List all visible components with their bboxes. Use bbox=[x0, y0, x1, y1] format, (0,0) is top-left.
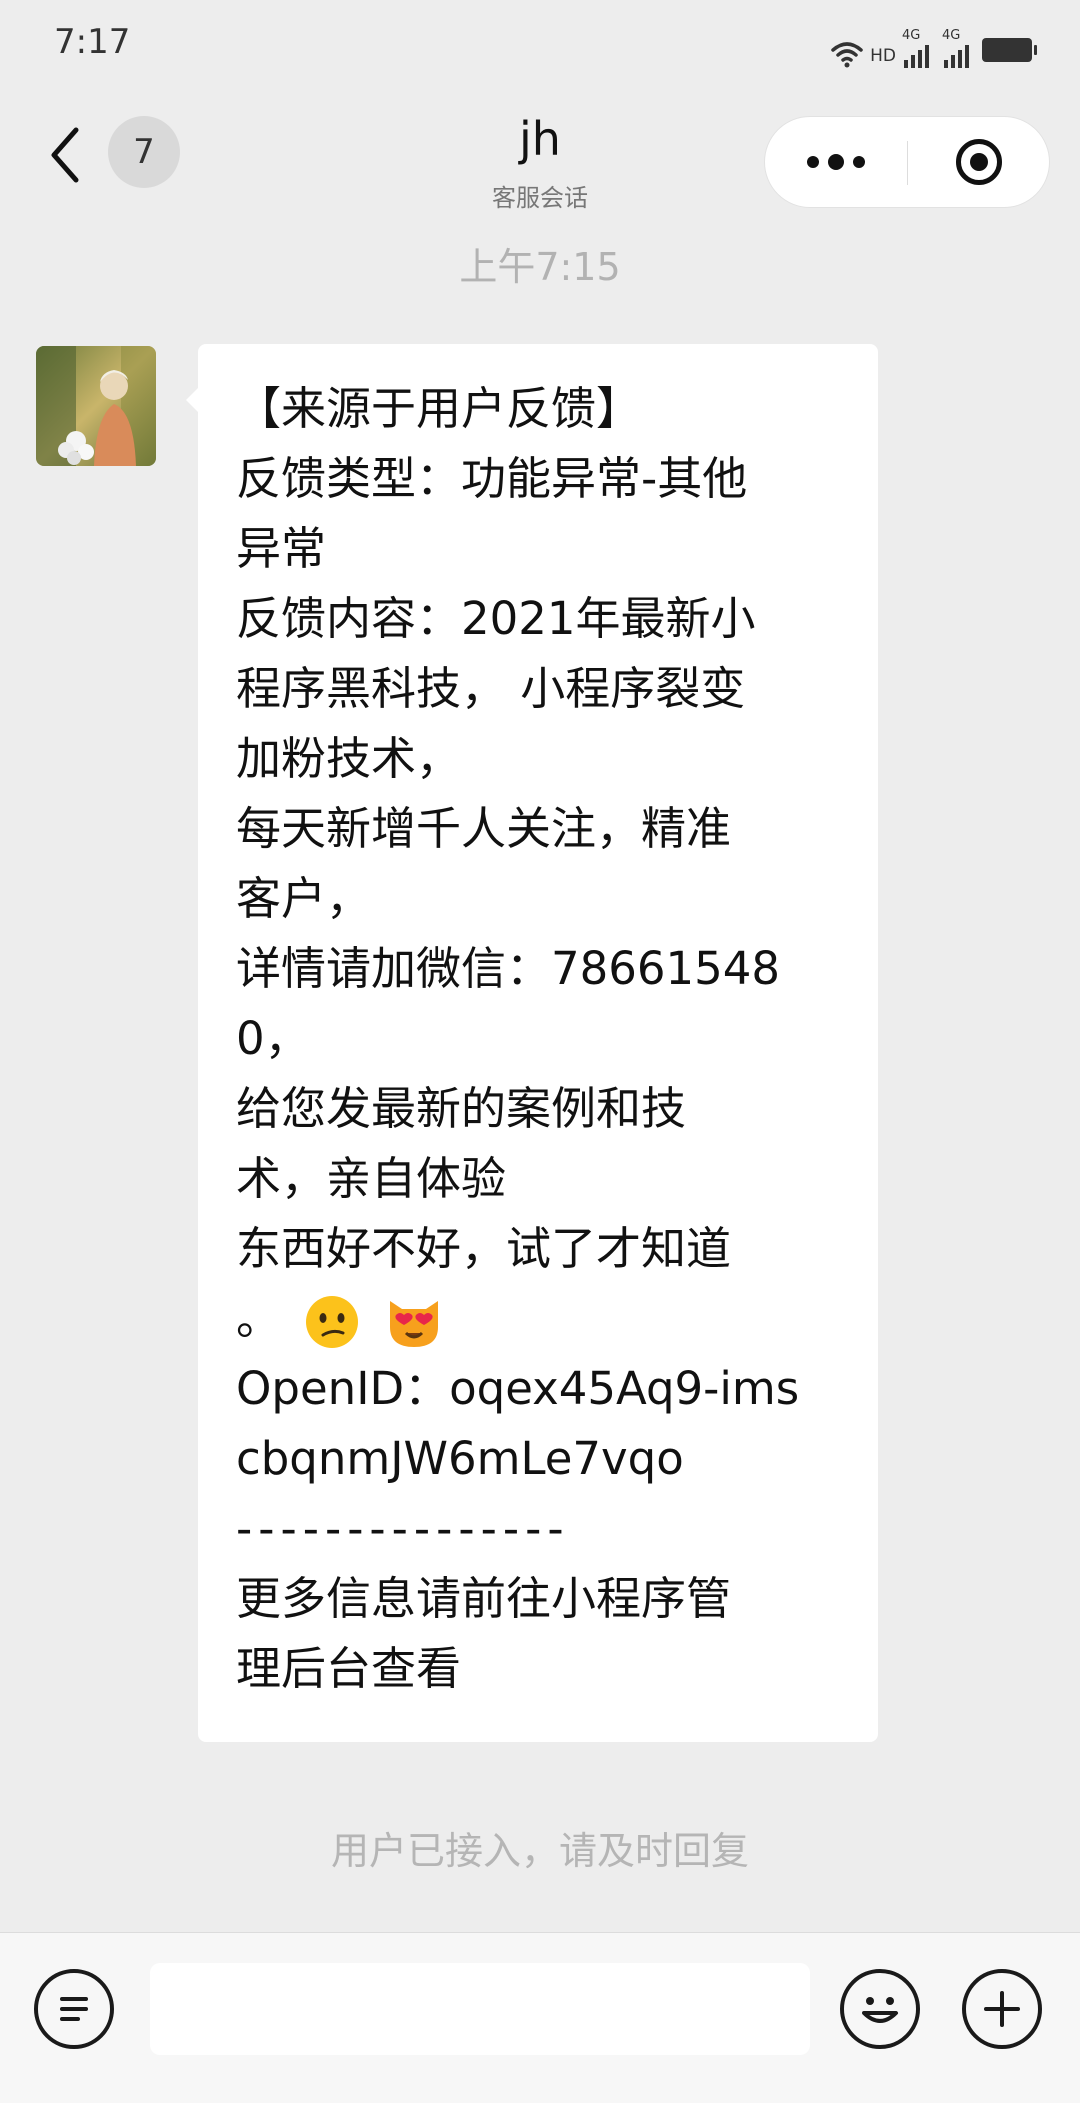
battery-icon bbox=[982, 38, 1037, 62]
network-type-label-2: 4G bbox=[942, 28, 961, 43]
message-line: 东西好不好，试了才知道 bbox=[236, 1222, 732, 1275]
more-button[interactable] bbox=[765, 117, 907, 207]
message-line: 更多信息请前往小程序管 bbox=[236, 1572, 732, 1625]
more-dots-icon bbox=[807, 156, 819, 168]
network-type-label: 4G bbox=[902, 28, 921, 43]
message-line: 术，亲自体验 bbox=[236, 1152, 507, 1205]
plus-icon bbox=[984, 1991, 1020, 2027]
input-bar bbox=[0, 1932, 1080, 2103]
message-line-text: 。 bbox=[236, 1292, 282, 1345]
message-line: 给您发最新的案例和技 bbox=[236, 1082, 687, 1135]
signal-icon: 4G bbox=[902, 28, 936, 68]
heart-eyes-cat-emoji-icon bbox=[389, 1301, 438, 1347]
close-miniprogram-button[interactable] bbox=[908, 117, 1050, 207]
status-icons: HD 4G 4G bbox=[830, 24, 1037, 68]
message-line: 反馈类型：功能异常-其他 bbox=[236, 452, 748, 505]
menu-lines-icon bbox=[60, 1997, 88, 2021]
message-line: 【来源于用户反馈】 bbox=[236, 382, 642, 435]
emoji-button[interactable] bbox=[840, 1969, 920, 2049]
signal-icon-2: 4G bbox=[942, 28, 976, 68]
menu-button[interactable] bbox=[34, 1969, 114, 2049]
status-time: 7:17 bbox=[54, 22, 131, 62]
message-line: cbqnmJW6mLe7vqo bbox=[236, 1432, 684, 1485]
message-line: 理后台查看 bbox=[236, 1642, 462, 1695]
message-line: 每天新增千人关注，精准 bbox=[236, 802, 732, 855]
message-timestamp: 上午7:15 bbox=[459, 245, 621, 289]
nav-bar: 7 jh 客服会话 bbox=[0, 92, 1080, 232]
target-icon bbox=[956, 139, 1002, 185]
avatar-photo bbox=[36, 346, 156, 466]
message-line: 异常 bbox=[236, 522, 327, 575]
message-line: OpenID：oqex45Aq9-ims bbox=[236, 1362, 800, 1415]
message-line: 0， bbox=[236, 1012, 310, 1065]
message-line-with-emoji: 。 bbox=[236, 1284, 844, 1354]
smiley-face-icon bbox=[862, 1997, 898, 2023]
message-input[interactable] bbox=[150, 1963, 810, 2055]
avatar[interactable] bbox=[36, 346, 156, 466]
capsule-menu bbox=[764, 116, 1050, 208]
hd-label: HD bbox=[870, 46, 896, 66]
more-actions-button[interactable] bbox=[962, 1969, 1042, 2049]
system-notice: 用户已接入，请及时回复 bbox=[330, 1829, 749, 1873]
confused-face-emoji-icon bbox=[306, 1296, 359, 1348]
message-line: 加粉技术， bbox=[236, 732, 462, 785]
message-line: --------------- bbox=[236, 1502, 570, 1555]
message-line: 详情请加微信：78661548 bbox=[236, 942, 781, 995]
wifi-icon bbox=[831, 42, 863, 68]
message-bubble[interactable]: 【来源于用户反馈】 反馈类型：功能异常-其他 异常 反馈内容：2021年最新小 … bbox=[186, 344, 878, 1742]
message-line: 程序黑科技， 小程序裂变 bbox=[236, 662, 746, 715]
message-line: 客户， bbox=[236, 872, 372, 925]
message-line: 反馈内容：2021年最新小 bbox=[236, 592, 756, 645]
status-bar: 7:17 HD 4G 4G bbox=[0, 0, 1080, 92]
